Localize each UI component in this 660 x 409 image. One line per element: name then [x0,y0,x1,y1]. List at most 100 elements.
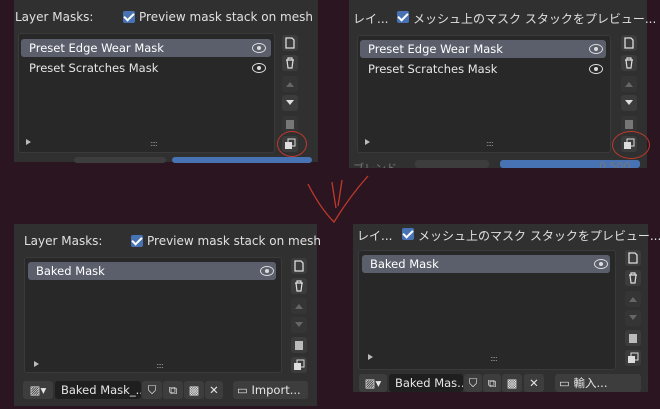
mask-name-field[interactable]: Baked Mas... [389,374,463,392]
stack-layers-icon [628,352,639,363]
unlink-image-button[interactable]: ✕ [205,381,223,399]
add-mask-button[interactable] [282,35,298,51]
pack-image-button[interactable]: ▩ [184,381,204,399]
panel-top-right: レイ... メッシュ上のマスク スタックをプレビュー... Preset Edg… [349,0,656,168]
move-down-button[interactable] [282,95,298,111]
add-mask-button[interactable] [621,35,637,51]
merge-masks-button[interactable] [625,350,641,366]
merge-masks-button[interactable] [291,357,307,373]
image-type-dropdown[interactable]: ▨▾ [359,374,387,392]
fake-user-button[interactable]: ⛉ [464,374,482,392]
clipboard-icon [295,341,303,350]
fake-user-button[interactable]: ⛉ [142,381,162,399]
layer-masks-label: レイ... [357,229,393,243]
shield-icon: ⛉ [468,376,478,390]
image-icon: ▨▾ [364,376,382,390]
annotation-circle [612,131,650,159]
bake-button[interactable] [621,116,637,132]
move-up-button[interactable] [621,76,637,92]
duplicate-image-button[interactable]: ⧉ [163,381,183,399]
blend-label: ブレンド [353,160,397,168]
add-mask-button[interactable] [625,250,641,266]
panel-bottom-right: レイ... メッシュ上のマスク スタックをプレビュー... Baked Mask… [353,224,660,392]
preview-mask-checkbox[interactable] [402,228,414,240]
list-item-label: Baked Mask [36,264,105,278]
trash-icon [295,280,303,292]
delete-mask-button[interactable] [621,55,637,71]
hand-drawn-arrow [307,175,369,224]
pack-image-button[interactable]: ▩ [502,374,522,392]
list-item[interactable]: Preset Scratches Mask [21,59,271,77]
duplicate-image-button[interactable]: ⧉ [483,374,501,392]
bake-button[interactable] [625,330,641,346]
shield-icon: ⛉ [147,383,157,397]
expand-triangle-icon[interactable] [34,361,39,367]
resize-grip-icon[interactable]: :::: [490,355,498,363]
mask-list: Preset Edge Wear Mask Preset Scratches M… [357,35,611,153]
list-item-label: Baked Mask [370,257,439,271]
duplicate-icon: ⧉ [168,383,178,397]
image-icon: ▨▾ [29,383,47,397]
unlink-image-button[interactable]: ✕ [524,374,544,392]
move-down-button[interactable] [625,310,641,326]
new-document-icon [628,252,638,264]
partial-field[interactable] [415,160,489,168]
eye-icon[interactable] [252,43,266,53]
eye-icon[interactable] [260,266,274,276]
add-mask-button[interactable] [291,258,307,274]
mask-list: Preset Edge Wear Mask Preset Scratches M… [18,33,275,153]
move-up-button[interactable] [625,291,641,307]
list-item[interactable]: Baked Mask [362,255,610,273]
panel-top-left: Layer Masks: Preview mask stack on mesh … [14,0,318,163]
delete-mask-button[interactable] [291,278,307,294]
folder-icon: ▭ [559,376,570,390]
clipboard-icon [286,120,294,129]
eye-icon[interactable] [589,44,603,54]
eye-icon[interactable] [252,63,266,73]
resize-grip-icon[interactable]: :::: [150,140,158,148]
close-icon: ✕ [529,376,539,390]
new-document-icon [285,37,295,49]
delete-mask-button[interactable] [282,55,298,71]
move-up-button[interactable] [291,298,307,314]
import-button[interactable]: ▭ 輸入... [555,374,641,392]
list-item[interactable]: Preset Edge Wear Mask [360,40,606,58]
duplicate-icon: ⧉ [487,376,497,390]
mask-name-field[interactable]: Baked Mask_... [55,381,141,399]
clipboard-icon [629,334,637,343]
preview-mask-checkbox[interactable] [131,235,143,247]
move-down-button[interactable] [621,95,637,111]
mask-name-value: Baked Mas... [395,376,463,390]
import-button[interactable]: ▭ Import... [233,381,308,399]
list-item[interactable]: Baked Mask [28,262,276,280]
expand-triangle-icon[interactable] [365,139,370,145]
resize-grip-icon[interactable]: :::: [156,362,164,370]
package-icon: ▩ [506,376,518,390]
resize-grip-icon[interactable]: :::: [486,140,494,148]
delete-mask-button[interactable] [625,270,641,286]
expand-triangle-icon[interactable] [368,354,373,360]
bake-button[interactable] [291,337,307,353]
expand-triangle-icon[interactable] [26,139,31,145]
arrow-down-icon [286,100,294,105]
eye-icon[interactable] [594,259,608,269]
arrow-down-icon [295,322,303,327]
move-up-button[interactable] [282,76,298,92]
partial-slider[interactable] [172,157,312,163]
arrow-up-icon [295,304,303,309]
list-item[interactable]: Preset Scratches Mask [360,60,606,78]
preview-mask-checkbox[interactable] [123,11,135,23]
bake-button[interactable] [282,116,298,132]
list-item-label: Preset Scratches Mask [368,62,498,76]
layer-masks-label: レイ... [353,12,389,26]
clipboard-icon [625,120,633,129]
image-type-dropdown[interactable]: ▨▾ [23,381,53,399]
move-down-button[interactable] [291,317,307,333]
preview-mask-checkbox[interactable] [397,11,409,23]
eye-icon[interactable] [589,64,603,74]
list-item[interactable]: Preset Edge Wear Mask [21,39,271,57]
preview-mask-label: メッシュ上のマスク スタックをプレビュー... [418,229,660,243]
partial-field[interactable] [74,157,166,163]
mask-list: Baked Mask :::: [24,257,282,373]
mask-list: Baked Mask :::: [358,250,616,370]
